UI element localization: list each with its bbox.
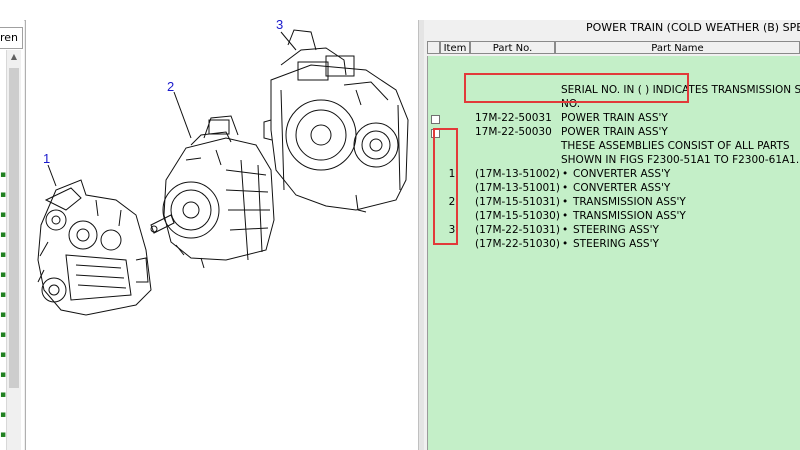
list-indicator: ▪ bbox=[0, 290, 7, 300]
part-number: 17M-22-50030 bbox=[475, 126, 552, 138]
list-indicator: ▪ bbox=[0, 230, 7, 240]
table-row[interactable]: 3 (17M-22-51031) • STEERING ASS'Y bbox=[428, 224, 800, 238]
part-name: CONVERTER ASS'Y bbox=[573, 182, 671, 194]
bullet-marker: • bbox=[562, 182, 569, 194]
header-checkbox-column[interactable] bbox=[427, 41, 440, 54]
row-checkbox[interactable] bbox=[431, 115, 440, 124]
top-band bbox=[0, 0, 800, 21]
bullet-marker: • bbox=[562, 168, 569, 180]
table-row[interactable]: 17M-22-50031 POWER TRAIN ASS'Y bbox=[428, 112, 800, 126]
part-number: (17M-13-51001) bbox=[475, 182, 560, 194]
bullet-marker: • bbox=[562, 210, 569, 222]
parts-drawing: 1 2 3 bbox=[25, 17, 419, 450]
part-number: (17M-22-51030) bbox=[475, 238, 560, 250]
list-indicator: ▪ bbox=[0, 430, 7, 440]
part-name: STEERING ASS'Y bbox=[573, 238, 659, 250]
list-indicator: ▪ bbox=[0, 330, 7, 340]
list-indicator: ▪ bbox=[0, 410, 7, 420]
leader-line-1 bbox=[47, 164, 57, 187]
table-row[interactable]: SHOWN IN FIGS F2300-51A1 TO F2300-61A1. bbox=[428, 154, 800, 168]
exploded-view-illustration bbox=[37, 29, 409, 316]
list-indicator: ▪ bbox=[0, 370, 7, 380]
callout-2[interactable]: 2 bbox=[167, 79, 174, 94]
table-row[interactable]: THESE ASSEMBLIES CONSIST OF ALL PARTS bbox=[428, 140, 800, 154]
list-indicator: ▪ bbox=[0, 190, 7, 200]
list-indicator: ▪ bbox=[0, 170, 7, 180]
parts-table-body: SERIAL NO. IN ( ) INDICATES TRANSMISSION… bbox=[427, 56, 800, 450]
list-indicator: ▪ bbox=[0, 250, 7, 260]
table-row[interactable]: (17M-15-51030) • TRANSMISSION ASS'Y bbox=[428, 210, 800, 224]
highlight-box-power-train bbox=[464, 73, 689, 103]
part-number: (17M-13-51002) bbox=[475, 168, 560, 180]
table-row[interactable]: 1 (17M-13-51002) • CONVERTER ASS'Y bbox=[428, 168, 800, 182]
table-row[interactable]: (17M-22-51030) • STEERING ASS'Y bbox=[428, 238, 800, 252]
part-name: TRANSMISSION ASS'Y bbox=[573, 196, 686, 208]
converter-assembly-drawing bbox=[37, 179, 152, 316]
part-name: POWER TRAIN ASS'Y bbox=[561, 126, 668, 138]
part-number: (17M-22-51031) bbox=[475, 224, 560, 236]
part-name: CONVERTER ASS'Y bbox=[573, 168, 671, 180]
leader-line-3 bbox=[280, 31, 297, 51]
steering-assembly-drawing bbox=[263, 29, 409, 213]
bullet-marker: • bbox=[562, 224, 569, 236]
list-indicator: ▪ bbox=[0, 390, 7, 400]
list-indicator: ▪ bbox=[0, 350, 7, 360]
part-name: SHOWN IN FIGS F2300-51A1 TO F2300-61A1. bbox=[561, 154, 800, 166]
part-name: TRANSMISSION ASS'Y bbox=[573, 210, 686, 222]
list-indicator: ▪ bbox=[0, 310, 7, 320]
part-name: STEERING ASS'Y bbox=[573, 224, 659, 236]
part-number: 17M-22-50031 bbox=[475, 112, 552, 124]
part-number: (17M-15-51031) bbox=[475, 196, 560, 208]
header-part-no[interactable]: Part No. bbox=[470, 41, 555, 54]
table-row[interactable]: 2 (17M-15-51031) • TRANSMISSION ASS'Y bbox=[428, 196, 800, 210]
table-row[interactable]: (17M-13-51001) • CONVERTER ASS'Y bbox=[428, 182, 800, 196]
scroll-up-arrow-icon[interactable]: ▲ bbox=[7, 50, 21, 64]
table-row[interactable]: 17M-22-50030 POWER TRAIN ASS'Y bbox=[428, 126, 800, 140]
leader-line-2 bbox=[173, 91, 192, 139]
header-item[interactable]: Item bbox=[440, 41, 470, 54]
part-name: POWER TRAIN ASS'Y bbox=[561, 112, 668, 124]
list-indicator: ▪ bbox=[0, 270, 7, 280]
callout-3[interactable]: 3 bbox=[276, 17, 283, 32]
highlight-box-item-numbers bbox=[433, 128, 458, 245]
transmission-assembly-drawing bbox=[150, 115, 275, 269]
left-tab[interactable]: ren bbox=[0, 27, 23, 49]
scroll-thumb[interactable] bbox=[9, 68, 19, 388]
left-scrollbar[interactable]: ▲ bbox=[6, 50, 21, 450]
part-number: (17M-15-51030) bbox=[475, 210, 560, 222]
callout-1[interactable]: 1 bbox=[43, 151, 50, 166]
bullet-marker: • bbox=[562, 196, 569, 208]
part-name: THESE ASSEMBLIES CONSIST OF ALL PARTS bbox=[561, 140, 790, 152]
bullet-marker: • bbox=[562, 238, 569, 250]
parts-list-title: POWER TRAIN (COLD WEATHER (B) SPEC bbox=[586, 21, 800, 34]
left-panel: ren ▲ ▪ ▪ ▪ ▪ ▪ ▪ ▪ ▪ ▪ ▪ ▪ ▪ ▪ ▪ bbox=[0, 0, 24, 450]
header-part-name[interactable]: Part Name bbox=[555, 41, 800, 54]
list-indicator: ▪ bbox=[0, 210, 7, 220]
table-header: Item Part No. Part Name bbox=[427, 41, 800, 55]
